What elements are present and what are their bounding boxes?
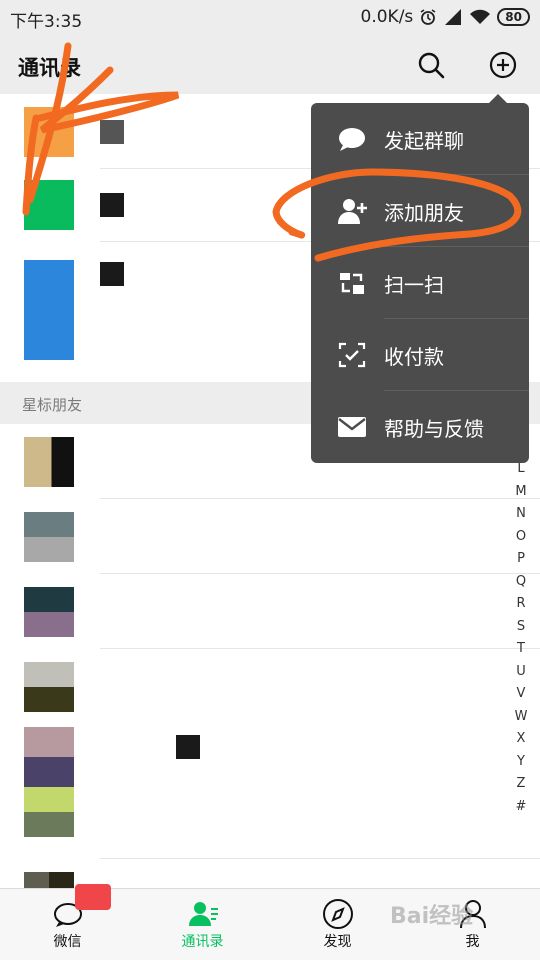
index-letter[interactable]: T [508, 638, 534, 661]
tab-label: 微信 [53, 934, 82, 950]
avatar [24, 512, 74, 562]
index-letter[interactable]: V [508, 683, 534, 706]
index-letter[interactable]: Y [508, 751, 534, 774]
search-icon[interactable] [414, 48, 448, 82]
index-letter[interactable]: N [508, 503, 534, 526]
tab-contacts[interactable]: 通讯录 [135, 889, 270, 960]
menu-item-label: 发起群聊 [384, 129, 464, 153]
alarm-icon [420, 9, 436, 25]
menu-item-payment[interactable]: 收付款 [311, 319, 529, 391]
tab-label: 我 [465, 934, 480, 950]
avatar [24, 180, 74, 230]
watermark: Bai经验 [390, 904, 474, 929]
page-header: 通讯录 [0, 36, 540, 94]
status-bar: 下午3:35 0.0K/s 80 [0, 0, 540, 36]
mail-icon [338, 417, 366, 437]
index-letter[interactable]: Q [508, 571, 534, 594]
tab-chats[interactable]: 微信 [0, 889, 135, 960]
signal-icon [445, 9, 462, 25]
add-popup-menu: 发起群聊 添加朋友 扫一扫 收付款 帮助与反馈 [311, 94, 529, 463]
index-letter[interactable]: M [508, 481, 534, 504]
network-speed: 0.0K/s [360, 7, 414, 27]
compass-icon [322, 899, 353, 929]
index-letter[interactable]: S [508, 616, 534, 639]
menu-item-label: 帮助与反馈 [384, 417, 484, 441]
avatar [24, 787, 74, 837]
contact-name-redacted [100, 120, 124, 144]
contact-name-redacted [100, 193, 124, 217]
menu-item-group-chat[interactable]: 发起群聊 [311, 103, 529, 175]
battery-indicator: 80 [497, 8, 530, 26]
avatar [24, 587, 74, 637]
index-letter[interactable]: O [508, 526, 534, 549]
menu-item-label: 添加朋友 [384, 201, 464, 225]
menu-item-label: 收付款 [384, 345, 444, 369]
menu-item-add-friend[interactable]: 添加朋友 [311, 175, 529, 247]
list-item[interactable] [0, 574, 540, 649]
status-time: 下午3:35 [10, 12, 83, 32]
contact-name-redacted [176, 735, 200, 759]
add-plus-icon[interactable] [486, 48, 520, 82]
avatar [24, 727, 74, 787]
index-letter[interactable]: U [508, 661, 534, 684]
index-letter[interactable]: Z [508, 773, 534, 796]
index-letter[interactable]: W [508, 706, 534, 729]
avatar [24, 662, 74, 712]
index-letter[interactable]: X [508, 728, 534, 751]
wifi-icon [470, 9, 491, 24]
index-letter[interactable]: P [508, 548, 534, 571]
chat-bubble-icon [339, 128, 365, 151]
payment-icon [338, 342, 366, 368]
add-friend-icon [338, 199, 367, 224]
contact-name-redacted [100, 262, 124, 286]
contacts-icon [188, 902, 218, 926]
menu-item-scan[interactable]: 扫一扫 [311, 247, 529, 319]
tab-label: 通讯录 [181, 934, 224, 950]
menu-item-label: 扫一扫 [384, 273, 444, 297]
page-title: 通讯录 [18, 56, 81, 80]
tab-label: 发现 [323, 934, 352, 950]
list-item[interactable] [0, 499, 540, 574]
avatar [24, 260, 74, 360]
index-letter[interactable]: # [508, 796, 534, 819]
avatar [24, 872, 74, 888]
avatar [24, 437, 74, 487]
alphabet-index[interactable]: L M N O P Q R S T U V W X Y Z # [508, 458, 534, 818]
avatar [24, 107, 74, 157]
list-item[interactable] [0, 649, 540, 859]
redaction-mark [75, 884, 111, 910]
menu-item-help-feedback[interactable]: 帮助与反馈 [311, 391, 529, 463]
index-letter[interactable]: R [508, 593, 534, 616]
scan-icon [340, 273, 364, 294]
tab-discover[interactable]: 发现 [270, 889, 405, 960]
